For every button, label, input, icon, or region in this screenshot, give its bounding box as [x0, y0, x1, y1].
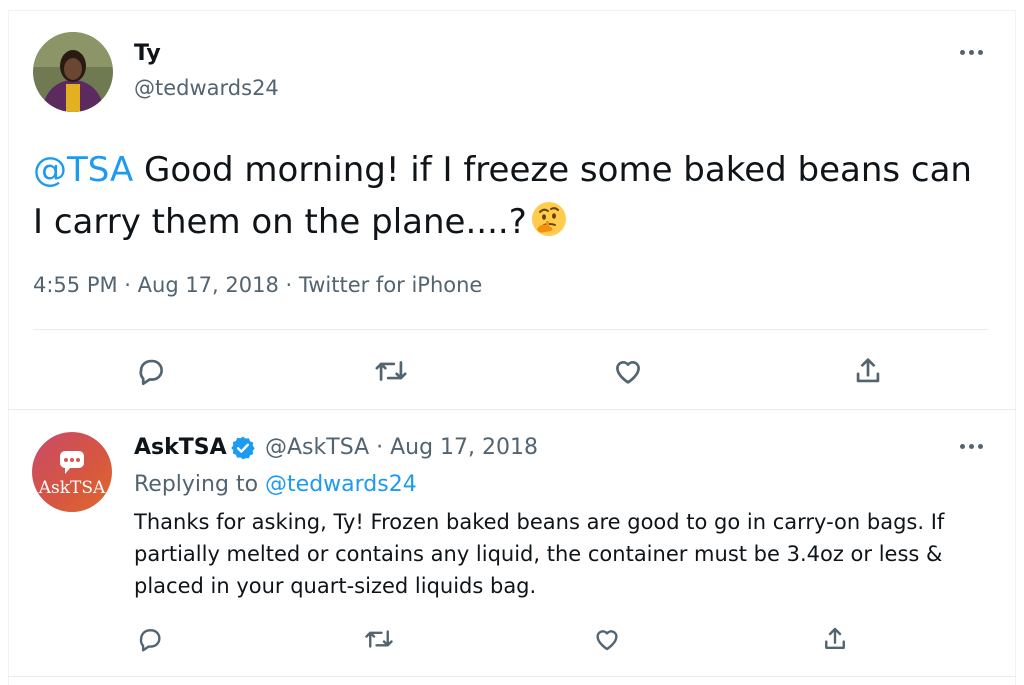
- reply-icon[interactable]: [134, 623, 166, 655]
- asktsa-avatar[interactable]: AskTSA: [32, 432, 112, 512]
- reply-handle-date[interactable]: @AskTSA · Aug 17, 2018: [265, 434, 538, 462]
- replying-to: Replying to @tedwards24: [134, 471, 417, 499]
- like-icon[interactable]: [591, 623, 623, 655]
- share-icon[interactable]: [819, 623, 851, 655]
- retweet-icon[interactable]: [371, 353, 411, 389]
- user-avatar[interactable]: [33, 32, 113, 112]
- share-icon[interactable]: [850, 353, 886, 389]
- verified-badge-icon: [230, 435, 256, 461]
- replying-prefix: Replying to: [134, 472, 266, 497]
- tweet-separator: [8, 409, 1016, 410]
- reply-display-name[interactable]: AskTSA: [134, 434, 227, 462]
- more-options-icon[interactable]: [957, 47, 987, 57]
- avatar-logo-text: AskTSA: [38, 478, 106, 498]
- user-display-name[interactable]: Ty: [134, 40, 161, 68]
- chat-bubble-icon: [60, 451, 84, 474]
- retweet-icon[interactable]: [361, 623, 397, 655]
- thinking-face-icon: [529, 199, 569, 254]
- reply-icon[interactable]: [133, 353, 169, 389]
- more-options-icon[interactable]: [957, 441, 987, 451]
- mention-link[interactable]: @TSA: [33, 150, 133, 190]
- tweet-body: Good morning! if I freeze some baked bea…: [33, 150, 972, 242]
- divider: [33, 329, 988, 330]
- reply-text: Thanks for asking, Ty! Frozen baked bean…: [134, 510, 945, 598]
- replying-to-link[interactable]: @tedwards24: [265, 472, 417, 497]
- like-icon[interactable]: [610, 353, 646, 389]
- tweet-separator: [8, 676, 1016, 677]
- user-handle[interactable]: @tedwards24: [134, 74, 279, 102]
- tweet-timestamp[interactable]: 4:55 PM · Aug 17, 2018 · Twitter for iPh…: [33, 270, 482, 300]
- tweet-text: @TSA Good morning! if I freeze some bake…: [33, 144, 973, 254]
